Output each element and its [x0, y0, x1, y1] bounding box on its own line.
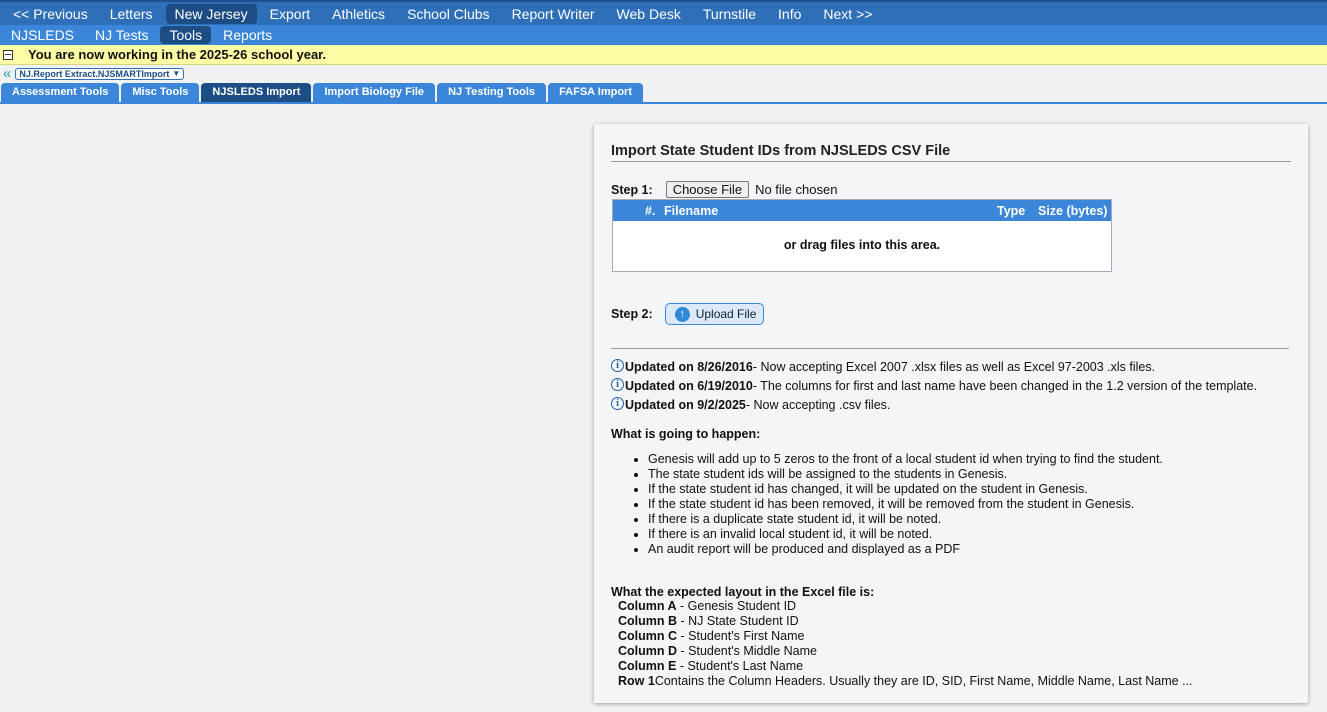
col-num-header: #.: [645, 203, 656, 218]
upload-file-button[interactable]: ↑ Upload File: [664, 303, 764, 325]
tab-import-biology-file[interactable]: Import Biology File: [313, 83, 436, 102]
nav-letters[interactable]: Letters: [101, 4, 162, 24]
update-item: i Updated on 6/19/2010 - The columns for…: [611, 377, 1291, 395]
file-table-header: #. Filename Type Size (bytes): [613, 200, 1111, 221]
upload-arrow-icon: ↑: [674, 306, 690, 322]
nav-export[interactable]: Export: [261, 4, 319, 24]
column-desc: - Student's First Name: [677, 629, 805, 643]
list-item: Genesis will add up to 5 zeros to the fr…: [648, 452, 1291, 467]
column-name: Row 1: [618, 674, 655, 688]
step1-label: Step 1:: [611, 182, 653, 197]
info-icon: i: [611, 358, 624, 372]
column-desc: - NJ State Student ID: [677, 614, 799, 628]
tab-fafsa-import[interactable]: FAFSA Import: [548, 83, 643, 102]
subnav-reports[interactable]: Reports: [214, 26, 281, 44]
column-item: Column E - Student's Last Name: [618, 659, 1291, 674]
nav-next[interactable]: Next >>: [814, 4, 881, 24]
nav-previous[interactable]: << Previous: [4, 4, 97, 24]
update-item: i Updated on 9/2/2025 - Now accepting .c…: [611, 396, 1291, 414]
update-date: Updated on 6/19/2010: [625, 379, 753, 393]
file-drop-area[interactable]: #. Filename Type Size (bytes) or drag fi…: [612, 199, 1112, 272]
column-name: Column A: [618, 599, 677, 613]
sub-nav: NJSLEDS NJ Tests Tools Reports: [0, 25, 1327, 45]
column-item: Column B - NJ State Student ID: [618, 614, 1291, 629]
column-name: Column D: [618, 644, 678, 658]
double-chevron-left-icon[interactable]: «: [3, 66, 11, 81]
what-happens-title: What is going to happen:: [611, 427, 761, 441]
update-date: Updated on 8/26/2016: [625, 360, 753, 374]
list-item: If there is an invalid local student id,…: [648, 527, 1291, 542]
column-name: Column C: [618, 629, 678, 643]
nav-new-jersey[interactable]: New Jersey: [165, 3, 257, 24]
column-item: Column D - Student's Middle Name: [618, 644, 1291, 659]
col-type-header: Type: [997, 203, 1026, 218]
subnav-njsleds[interactable]: NJSLEDS: [2, 26, 83, 44]
update-notes: i Updated on 8/26/2016 - Now accepting E…: [611, 358, 1291, 414]
column-desc: - Genesis Student ID: [676, 599, 797, 613]
no-file-text: No file chosen: [755, 182, 838, 197]
list-item: If the state student id has changed, it …: [648, 482, 1291, 497]
collapse-icon[interactable]: [3, 49, 13, 60]
breadcrumb: « NJ.Report Extract.NJSMARTImport ▼: [0, 65, 1327, 82]
tab-misc-tools[interactable]: Misc Tools: [121, 83, 200, 102]
school-year-banner: You are now working in the 2025-26 schoo…: [0, 45, 1327, 65]
step2-label: Step 2:: [611, 307, 653, 321]
update-item: i Updated on 8/26/2016 - Now accepting E…: [611, 358, 1291, 376]
col-filename-header: Filename: [664, 203, 719, 218]
nav-school-clubs[interactable]: School Clubs: [398, 4, 499, 24]
nav-athletics[interactable]: Athletics: [323, 4, 394, 24]
tab-njsleds-import[interactable]: NJSLEDS Import: [201, 83, 312, 102]
tab-nj-testing-tools[interactable]: NJ Testing Tools: [437, 83, 547, 102]
upload-label: Upload File: [695, 307, 757, 321]
update-text: - Now accepting Excel 2007 .xlsx files a…: [752, 360, 1156, 374]
list-item: If the state student id has been removed…: [648, 497, 1291, 512]
import-panel: Import State Student IDs from NJSLEDS CS…: [594, 124, 1308, 703]
step1-row: Step 1: Choose File No file chosen: [611, 181, 1291, 198]
list-item: The state student ids will be assigned t…: [648, 467, 1291, 482]
column-name: Column E: [618, 659, 677, 673]
what-happens-list: Genesis will add up to 5 zeros to the fr…: [611, 452, 1291, 557]
column-desc: Contains the Column Headers. Usually the…: [654, 674, 1193, 688]
update-text: - Now accepting .csv files.: [745, 398, 891, 412]
chevron-down-icon: ▼: [172, 68, 181, 78]
breadcrumb-select[interactable]: NJ.Report Extract.NJSMARTImport ▼: [15, 67, 185, 80]
step2-row: Step 2: ↑ Upload File: [611, 303, 1291, 325]
subnav-nj-tests[interactable]: NJ Tests: [86, 26, 157, 44]
info-icon: i: [611, 377, 624, 391]
column-item: Row 1Contains the Column Headers. Usuall…: [618, 674, 1291, 689]
update-date: Updated on 9/2/2025: [625, 398, 746, 412]
choose-file-button[interactable]: Choose File: [665, 181, 750, 198]
update-text: - The columns for first and last name ha…: [752, 379, 1258, 393]
info-icon: i: [611, 396, 624, 410]
page-title: Import State Student IDs from NJSLEDS CS…: [611, 143, 1291, 162]
top-nav: << Previous Letters New Jersey Export At…: [0, 0, 1327, 25]
nav-turnstile[interactable]: Turnstile: [694, 4, 765, 24]
layout-title: What the expected layout in the Excel fi…: [611, 585, 875, 599]
list-item: An audit report will be produced and dis…: [648, 542, 1291, 557]
subnav-tools[interactable]: Tools: [160, 26, 212, 44]
list-item: If there is a duplicate state student id…: [648, 512, 1291, 527]
column-desc: - Student's Last Name: [676, 659, 804, 673]
column-name: Column B: [618, 614, 678, 628]
nav-info[interactable]: Info: [769, 4, 810, 24]
nav-report-writer[interactable]: Report Writer: [503, 4, 604, 24]
tab-assessment-tools[interactable]: Assessment Tools: [1, 83, 120, 102]
tool-tabs: Assessment Tools Misc Tools NJSLEDS Impo…: [0, 83, 1327, 104]
column-layout-list: Column A - Genesis Student ID Column B -…: [618, 599, 1291, 689]
breadcrumb-select-value: NJ.Report Extract.NJSMARTImport: [19, 68, 170, 79]
column-item: Column C - Student's First Name: [618, 629, 1291, 644]
column-desc: - Student's Middle Name: [677, 644, 817, 658]
col-size-header: Size (bytes): [1038, 203, 1108, 218]
drag-hint: or drag files into this area.: [783, 238, 941, 252]
banner-text: You are now working in the 2025-26 schoo…: [28, 47, 327, 62]
nav-web-desk[interactable]: Web Desk: [608, 4, 690, 24]
divider: [611, 348, 1289, 349]
column-item: Column A - Genesis Student ID: [618, 599, 1291, 614]
